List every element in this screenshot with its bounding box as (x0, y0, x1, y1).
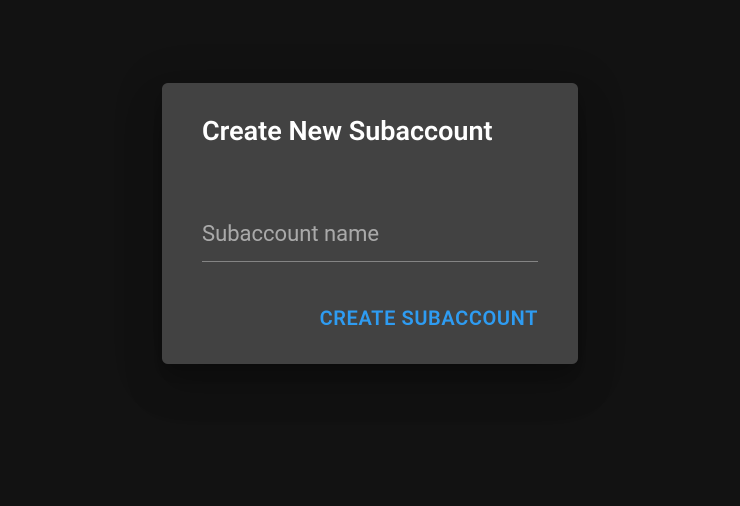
subaccount-name-input[interactable] (202, 222, 538, 262)
subaccount-name-field (202, 222, 538, 262)
dialog-title: Create New Subaccount (162, 83, 578, 147)
dialog-actions: Create Subaccount (162, 272, 578, 356)
dialog-content (162, 147, 578, 272)
create-subaccount-dialog: Create New Subaccount Create Subaccount (162, 83, 578, 364)
create-subaccount-button[interactable]: Create Subaccount (312, 300, 546, 336)
